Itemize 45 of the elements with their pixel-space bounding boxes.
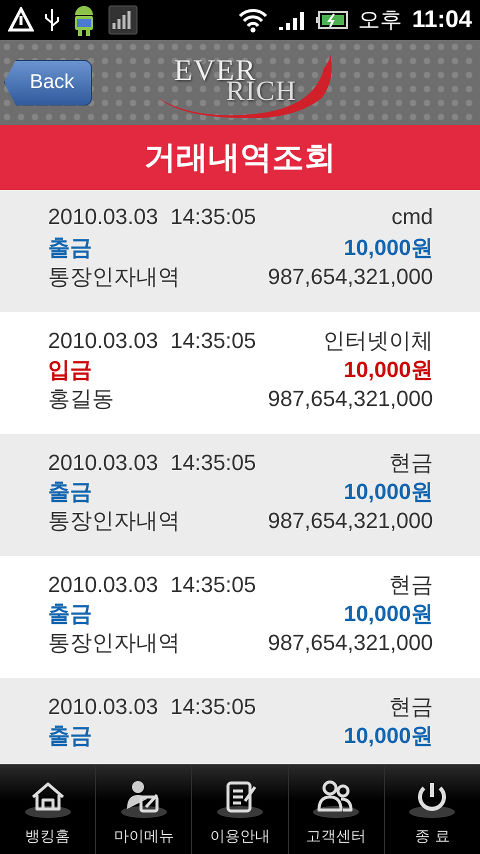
nav-tab[interactable]: 이용안내 [192, 765, 289, 854]
transaction-amount: 10,000원 [344, 234, 433, 262]
battery-icon [316, 10, 348, 30]
signal-chart-icon [108, 5, 138, 35]
usb-icon [44, 7, 60, 33]
transaction-memo: 통장인자내역 [48, 507, 180, 535]
transaction-balance: 987,654,321,000 [268, 508, 433, 534]
wifi-icon [238, 7, 268, 33]
transaction-method: 현금 [389, 571, 433, 599]
time-period: 오후 [358, 7, 402, 35]
transaction-balance: 987,654,321,000 [268, 630, 433, 656]
transaction-datetime: 2010.03.03 14:35:05 [48, 572, 256, 598]
transaction-type: 출금 [48, 478, 92, 506]
transaction-method: 인터넷이체 [323, 327, 433, 355]
back-button[interactable]: Back [4, 60, 92, 106]
transaction-method: 현금 [389, 693, 433, 721]
transaction-type: 출금 [48, 234, 92, 262]
transaction-type: 출금 [48, 600, 92, 628]
transaction-datetime: 2010.03.03 14:35:05 [48, 204, 256, 230]
transaction-row[interactable]: 2010.03.03 14:35:05 현금 출금 10,000원 통장인자내역 987,654,321,000 [0, 434, 480, 556]
nav-tab[interactable]: 종 료 [384, 765, 480, 854]
clock: 11:04 [412, 6, 472, 34]
transaction-amount: 10,000원 [344, 722, 433, 750]
transaction-datetime: 2010.03.03 14:35:05 [48, 694, 256, 720]
transaction-row[interactable]: 2010.03.03 14:35:05 현금 출금 10,000원 [0, 678, 480, 764]
transaction-row[interactable]: 2010.03.03 14:35:05 cmd 출금 10,000원 통장인자내역 987,654,321,000 [0, 190, 480, 312]
warning-icon [8, 7, 34, 33]
transaction-method: cmd [391, 204, 433, 230]
transaction-memo: 홍길동 [48, 385, 114, 413]
transaction-datetime: 2010.03.03 14:35:05 [48, 450, 256, 476]
transaction-amount: 10,000원 [344, 600, 433, 628]
transaction-memo: 통장인자내역 [48, 629, 180, 657]
nav-tab[interactable]: 고객센터 [288, 765, 385, 854]
transaction-type: 출금 [48, 722, 92, 750]
page-title: 거래내역조회 [144, 136, 336, 178]
transaction-datetime: 2010.03.03 14:35:05 [48, 328, 256, 354]
transaction-balance: 987,654,321,000 [268, 386, 433, 412]
transaction-amount: 10,000원 [344, 356, 433, 384]
transaction-amount: 10,000원 [344, 478, 433, 506]
transaction-balance: 987,654,321,000 [268, 264, 433, 290]
transaction-method: 현금 [389, 449, 433, 477]
nav-tab[interactable]: 마이메뉴 [96, 765, 192, 854]
transaction-memo: 통장인자내역 [48, 263, 180, 291]
transaction-type: 입금 [48, 356, 92, 384]
nav-tab[interactable]: 뱅킹홈 [0, 765, 96, 854]
